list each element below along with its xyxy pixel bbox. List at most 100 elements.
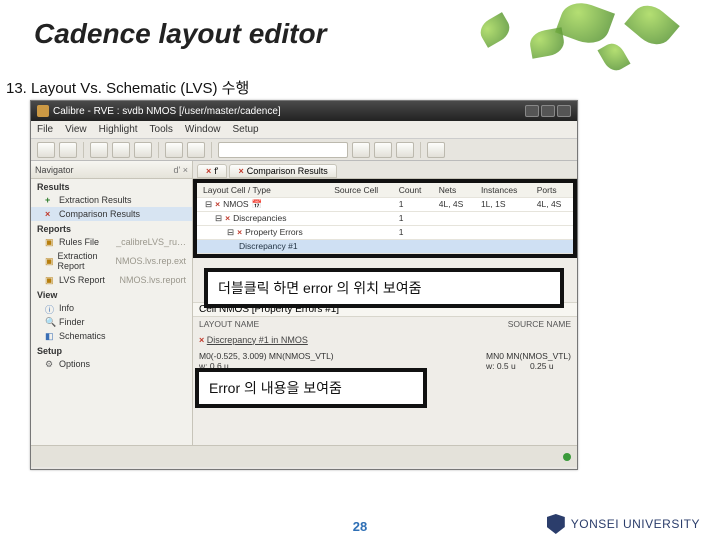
layout-name-label: LAYOUT NAME: [199, 319, 259, 329]
annotation-error-content: Error 의 내용을 보여줌: [195, 368, 427, 408]
status-bar: [31, 445, 577, 467]
tab-1[interactable]: × f': [197, 164, 227, 178]
menubar: File View Highlight Tools Window Setup: [31, 121, 577, 139]
discrepancy-line: × Discrepancy #1 in NMOS: [193, 331, 577, 349]
table-row[interactable]: ⊟×Discrepancies 1: [197, 211, 573, 225]
file-icon: ▣: [45, 275, 55, 285]
toolbar-button[interactable]: [165, 142, 183, 158]
table-row[interactable]: ⊟×NMOS📅 1 4L, 4S 1L, 1S 4L, 4S: [197, 197, 573, 211]
nav-schematics[interactable]: ◧ Schematics: [31, 329, 192, 343]
col-instances[interactable]: Instances: [475, 183, 531, 197]
source-w: w: 0.5 u: [486, 361, 516, 371]
nav-extraction-report[interactable]: ▣ Extraction Report NMOS.lvs.rep.ext: [31, 249, 192, 273]
titlebar: Calibre - RVE : svdb NMOS [/user/master/…: [31, 101, 577, 121]
section-results: Results: [31, 179, 192, 193]
nav-comparison-results[interactable]: × Comparison Results: [31, 207, 192, 221]
minimize-button[interactable]: [525, 105, 539, 117]
toolbar-button[interactable]: [427, 142, 445, 158]
window-title: Calibre - RVE : svdb NMOS [/user/master/…: [53, 106, 281, 117]
nav-item-note: _calibreLVS_ru…: [116, 237, 186, 247]
x-icon: ×: [225, 213, 230, 223]
nav-extraction-results[interactable]: + Extraction Results: [31, 193, 192, 207]
toolbar-button[interactable]: [134, 142, 152, 158]
file-icon: ▣: [45, 237, 55, 247]
toolbar-button[interactable]: [59, 142, 77, 158]
results-table: Layout Cell / Type Source Cell Count Net…: [197, 183, 573, 254]
plus-icon: +: [45, 195, 55, 205]
navigator-collapse-icon[interactable]: d' ×: [174, 165, 188, 175]
nav-info[interactable]: ⓘ Info: [31, 301, 192, 315]
menu-highlight[interactable]: Highlight: [99, 124, 138, 135]
col-ports[interactable]: Ports: [531, 183, 573, 197]
nav-item-note: NMOS.lvs.report: [119, 275, 186, 285]
source-line-1: MN0 MN(NMOS_VTL): [486, 351, 571, 361]
toolbar-button[interactable]: [37, 142, 55, 158]
section-setup: Setup: [31, 343, 192, 357]
source-name-label: SOURCE NAME: [508, 319, 571, 329]
nav-item-label: Finder: [59, 317, 85, 327]
status-indicator-icon: [563, 453, 571, 461]
nav-lvs-report[interactable]: ▣ LVS Report NMOS.lvs.report: [31, 273, 192, 287]
shield-icon: [547, 514, 565, 534]
nav-item-label: LVS Report: [59, 275, 105, 285]
page-number: 28: [353, 519, 367, 534]
nav-finder[interactable]: 🔍 Finder: [31, 315, 192, 329]
tab-label: Comparison Results: [247, 166, 328, 176]
nav-item-label: Info: [59, 303, 74, 313]
section-heading: 13. Layout Vs. Schematic (LVS) 수행: [6, 77, 249, 98]
col-source-cell[interactable]: Source Cell: [328, 183, 393, 197]
toolbar-separator: [83, 142, 84, 158]
search-icon: 🔍: [45, 317, 55, 327]
toolbar-search-field[interactable]: [218, 142, 348, 158]
toolbar-button[interactable]: [374, 142, 392, 158]
decorative-leaves: [440, 0, 720, 90]
toolbar-button[interactable]: [187, 142, 205, 158]
section-reports: Reports: [31, 221, 192, 235]
tab-comparison-results[interactable]: × Comparison Results: [229, 164, 336, 178]
tab-label: f': [214, 166, 218, 176]
section-view: View: [31, 287, 192, 301]
toolbar-separator: [420, 142, 421, 158]
navigator-panel: Navigator d' × Results + Extraction Resu…: [31, 161, 193, 445]
close-button[interactable]: [557, 105, 571, 117]
col-count[interactable]: Count: [393, 183, 433, 197]
maximize-button[interactable]: [541, 105, 555, 117]
nav-item-label: Comparison Results: [59, 209, 140, 219]
nav-item-note: NMOS.lvs.rep.ext: [115, 256, 186, 266]
table-row-selected[interactable]: Discrepancy #1: [197, 239, 573, 253]
tab-bar: × f' × Comparison Results: [193, 161, 577, 179]
x-icon: ×: [237, 227, 242, 237]
menu-view[interactable]: View: [65, 124, 87, 135]
nav-item-label: Extraction Results: [59, 195, 132, 205]
x-icon: ×: [199, 335, 204, 345]
annotation-doubleclick: 더블클릭 하면 error 의 위치 보여줌: [204, 268, 564, 308]
toolbar-button[interactable]: [396, 142, 414, 158]
results-table-block: Layout Cell / Type Source Cell Count Net…: [193, 179, 577, 258]
layout-line-1: M0(-0.525, 3.009) MN(NMOS_VTL): [199, 351, 334, 361]
nav-item-label: Schematics: [59, 331, 106, 341]
app-icon: [37, 105, 49, 117]
x-icon: ×: [45, 209, 55, 219]
toolbar-separator: [158, 142, 159, 158]
menu-window[interactable]: Window: [185, 124, 221, 135]
menu-file[interactable]: File: [37, 124, 53, 135]
toolbar-button[interactable]: [112, 142, 130, 158]
table-row[interactable]: ⊟×Property Errors 1: [197, 225, 573, 239]
toolbar-button[interactable]: [90, 142, 108, 158]
gear-icon: ⚙: [45, 359, 55, 369]
x-icon: ×: [238, 166, 243, 176]
toolbar-separator: [211, 142, 212, 158]
toolbar: [31, 139, 577, 161]
nav-item-label: Rules File: [59, 237, 99, 247]
col-nets[interactable]: Nets: [433, 183, 475, 197]
toolbar-button[interactable]: [352, 142, 370, 158]
menu-tools[interactable]: Tools: [150, 124, 173, 135]
slide-title: Cadence layout editor: [34, 18, 327, 50]
name-headers: LAYOUT NAME SOURCE NAME: [193, 317, 577, 331]
nav-options[interactable]: ⚙ Options: [31, 357, 192, 371]
col-layout-cell[interactable]: Layout Cell / Type: [197, 183, 328, 197]
source-extra: 0.25 u: [530, 361, 554, 371]
menu-setup[interactable]: Setup: [232, 124, 258, 135]
file-icon: ▣: [45, 256, 54, 266]
nav-rules-file[interactable]: ▣ Rules File _calibreLVS_ru…: [31, 235, 192, 249]
